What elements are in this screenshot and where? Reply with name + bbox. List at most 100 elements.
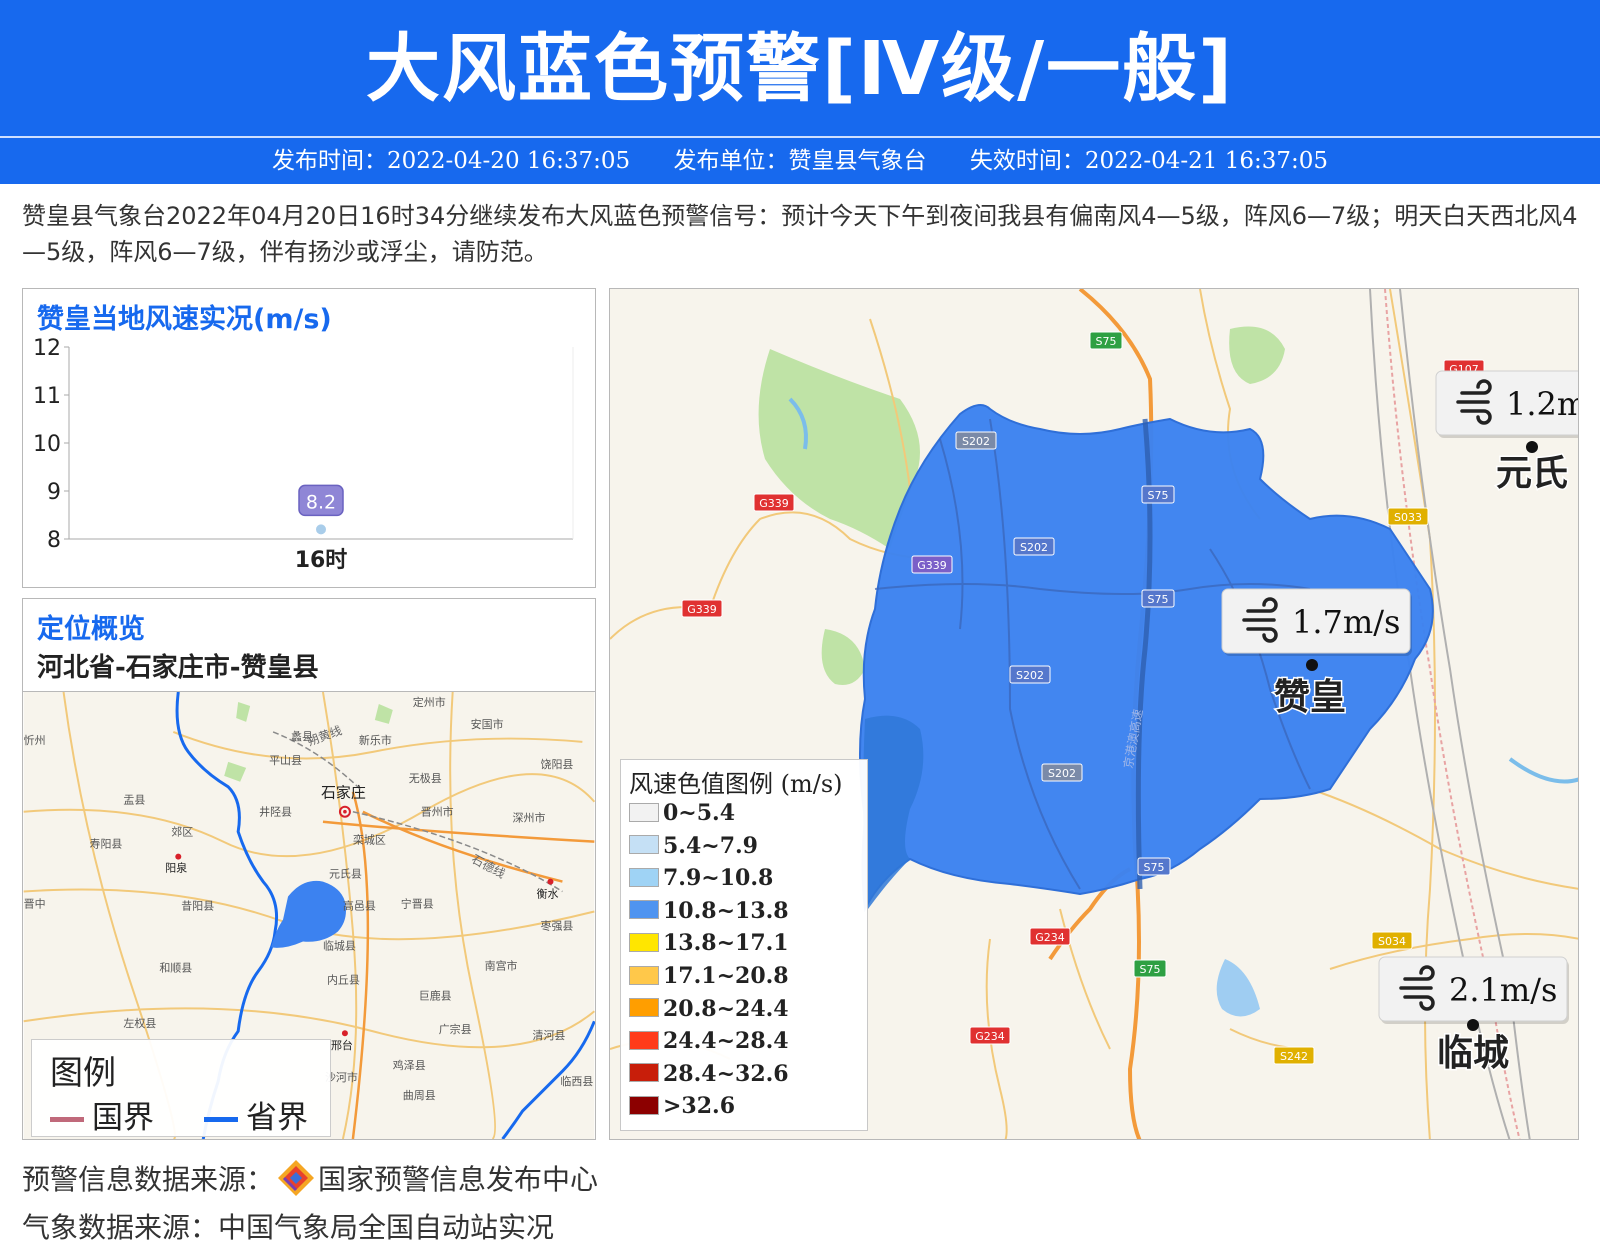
road-shield-label: S034: [1378, 935, 1406, 948]
station-name: 元氏: [1496, 453, 1568, 494]
road-shield-label: S202: [962, 435, 990, 448]
road-shield-label: S202: [1020, 541, 1048, 554]
overview-place-label: 衡水: [536, 888, 558, 901]
overview-place-label: 枣强县: [540, 919, 573, 932]
data-point[interactable]: [316, 524, 326, 535]
publisher: 发布单位：赞皇县气象台: [673, 148, 927, 174]
weather-source: 气象数据来源：中国气象局全国自动站实况: [22, 1211, 555, 1244]
station-name: 赞皇: [1274, 677, 1346, 718]
road-shield-label: S75: [1096, 335, 1117, 348]
overview-place-label: 安国市: [471, 717, 504, 731]
overview-place-label: 新乐市: [359, 733, 392, 747]
overview-place-label: 饶阳县: [540, 758, 573, 771]
overview-place-label: 井陉县: [259, 805, 292, 819]
scale-label: >32.6: [663, 1093, 736, 1120]
station-dot: [1467, 1019, 1479, 1031]
y-tick-label: 8: [47, 528, 61, 553]
overview-place-label: 石家庄: [321, 784, 366, 802]
overview-place-label: 邢台: [331, 1038, 353, 1052]
location-panel: 定位概览 河北省-石家庄市-赞皇县 定州市 安国市 忻州 新乐市 蠡县 饶阳县 …: [22, 598, 596, 1140]
overview-place-label: 平山县: [269, 754, 302, 767]
province-border-line: [204, 1117, 238, 1122]
boundary-legend-title: 图例: [50, 1053, 116, 1092]
scale-swatch: [629, 932, 659, 952]
overview-place-label: 阳泉: [165, 861, 187, 875]
legend-label-province: 省界: [246, 1100, 308, 1136]
road-shield-label: G339: [759, 497, 789, 510]
scale-label: 24.4~28.4: [663, 1028, 789, 1055]
overview-place-label: 临西县: [560, 1074, 593, 1088]
road-shield-label: S033: [1394, 511, 1422, 524]
scale-row: 24.4~28.4: [629, 1028, 789, 1056]
station-name: 临城: [1437, 1033, 1509, 1074]
road-shield-label: G234: [1035, 931, 1065, 944]
warning-center-logo-icon: [278, 1160, 315, 1196]
overview-place-label: 无极县: [409, 771, 442, 785]
scale-row: 28.4~32.6: [629, 1061, 789, 1089]
boundary-legend: 图例 国界 省界: [31, 1039, 331, 1137]
scale-swatch: [629, 867, 659, 887]
warning-source: 预警信息数据来源： 国家预警信息发布中心: [22, 1158, 598, 1198]
overview-place-label: 元氏县: [329, 868, 362, 881]
overview-place-label: 晋州市: [421, 805, 454, 819]
x-tick-label: 16时: [295, 548, 348, 573]
scale-swatch: [629, 965, 659, 985]
overview-place-label: 曲周县: [403, 1089, 436, 1102]
scale-label: 7.9~10.8: [663, 865, 774, 892]
overview-place-label: 内丘县: [327, 972, 360, 986]
scale-label: 20.8~24.4: [663, 995, 789, 1022]
overview-place-label: 栾城区: [353, 833, 386, 847]
scale-row: 17.1~20.8: [629, 963, 789, 991]
station-wind-speed: 1.2m/s: [1506, 385, 1579, 423]
location-path: 河北省-石家庄市-赞皇县: [37, 653, 319, 683]
station-wind-speed: 2.1m/s: [1449, 971, 1557, 1009]
scale-swatch: [629, 998, 659, 1018]
overview-place-label: 郊区: [171, 826, 193, 839]
wind-speed-panel: 12 11 10 9 8 16时 8.2 赞皇当地风速实况(m/s): [22, 288, 596, 588]
y-tick-label: 11: [33, 384, 61, 409]
scale-swatch: [629, 1063, 659, 1083]
road-shield-label: G339: [687, 603, 717, 616]
scale-swatch: [629, 802, 659, 822]
road-shield-label: G234: [975, 1030, 1005, 1043]
road-shield-label: S202: [1016, 669, 1044, 682]
wind-map-panel: S75 S202 S75 S202 G339 G339 G339 S75 S202 S202 S75…: [609, 288, 1579, 1140]
overview-place-label: 鸡泽县: [393, 1058, 426, 1072]
overview-place-label: 定州市: [413, 695, 446, 709]
road-shield-label: S75: [1144, 861, 1165, 874]
y-tick-label: 10: [33, 432, 61, 457]
warning-header: 大风蓝色预警[Ⅳ级/一般] 发布时间：2022-04-20 16:37:05 发…: [0, 0, 1600, 184]
scale-swatch: [629, 1095, 659, 1115]
scale-row: 13.8~17.1: [629, 930, 789, 958]
road-shield-label: G339: [917, 559, 947, 572]
overview-place-label: 寿阳县: [89, 837, 122, 851]
overview-place-label: 深州市: [513, 811, 546, 825]
overview-place-label: 南宫市: [485, 958, 518, 972]
publish-time: 发布时间：2022-04-20 16:37:05: [271, 148, 631, 174]
overview-place-label: 清河县: [533, 1029, 566, 1042]
overview-place-label: 晋中: [24, 898, 46, 911]
legend-item-province-border: 省界: [204, 1092, 308, 1137]
national-border-line: [50, 1117, 84, 1122]
scale-row: 7.9~10.8: [629, 865, 773, 893]
legend-label-national: 国界: [92, 1100, 154, 1136]
station-wind-speed: 1.7m/s: [1292, 603, 1400, 641]
overview-place-label: 盂县: [123, 794, 145, 807]
scale-label: 5.4~7.9: [663, 832, 758, 859]
scale-row: 20.8~24.4: [629, 996, 789, 1024]
road-shield-label: S75: [1148, 489, 1169, 502]
station-dot: [1306, 659, 1318, 671]
scale-swatch: [629, 835, 659, 855]
legend-item-national-border: 国界: [50, 1092, 154, 1137]
road-shield-label: S75: [1148, 593, 1169, 606]
overview-place-label: 昔阳县: [181, 900, 214, 913]
station-dot: [1526, 441, 1538, 453]
scale-label: 0~5.4: [663, 800, 736, 826]
location-panel-title: 定位概览: [37, 614, 145, 645]
expire-time: 失效时间：2022-04-21 16:37:05: [969, 148, 1329, 174]
overview-place-label: 忻州: [24, 734, 46, 747]
scale-swatch: [629, 1030, 659, 1050]
scale-label: 13.8~17.1: [663, 930, 789, 957]
overview-place-label: 左权县: [123, 1017, 156, 1030]
scale-swatch: [629, 900, 659, 920]
